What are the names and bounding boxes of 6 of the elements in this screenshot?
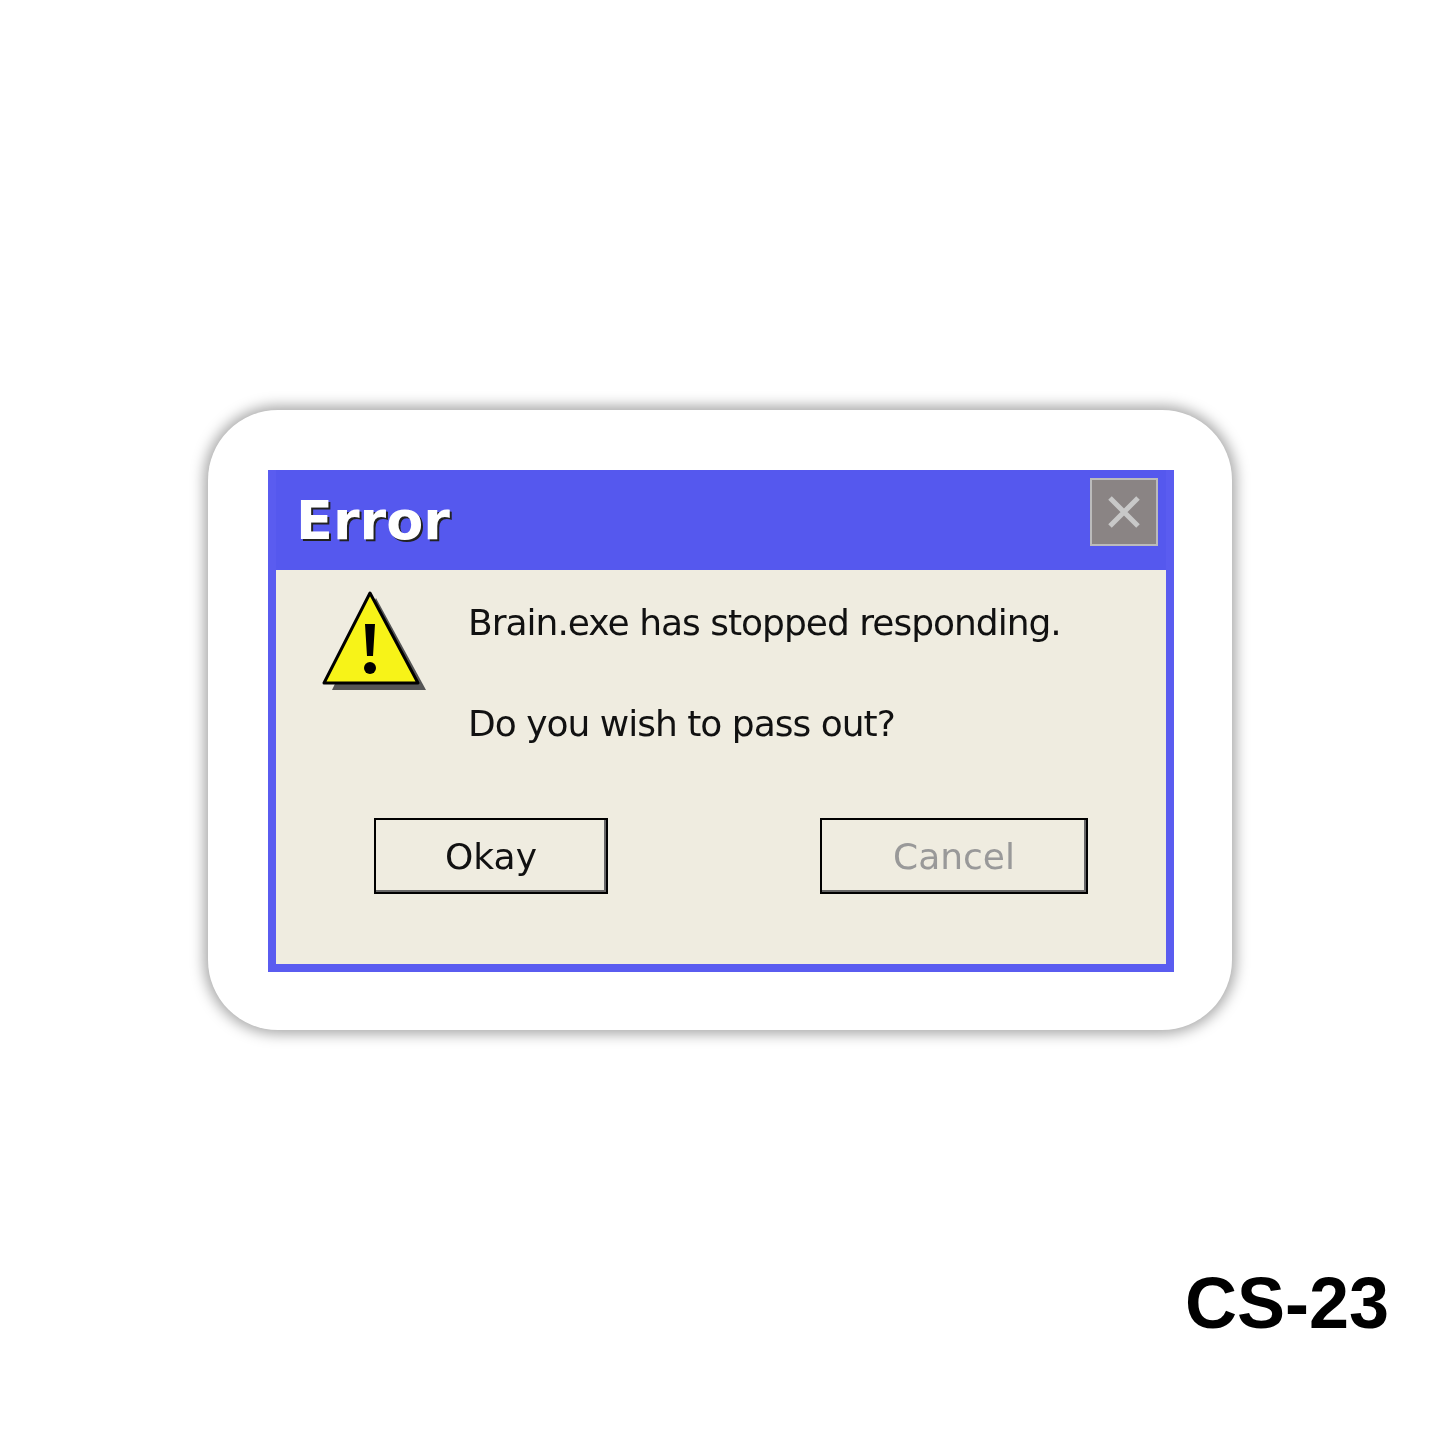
window-title: Error	[296, 488, 450, 552]
message-text: Brain.exe has stopped responding.	[468, 602, 1061, 643]
product-code: CS-23	[1184, 1262, 1389, 1344]
dialog-button[interactable]: Okay	[374, 818, 608, 894]
close-button[interactable]	[1090, 478, 1158, 546]
message-text: Do you wish to pass out?	[468, 703, 896, 744]
